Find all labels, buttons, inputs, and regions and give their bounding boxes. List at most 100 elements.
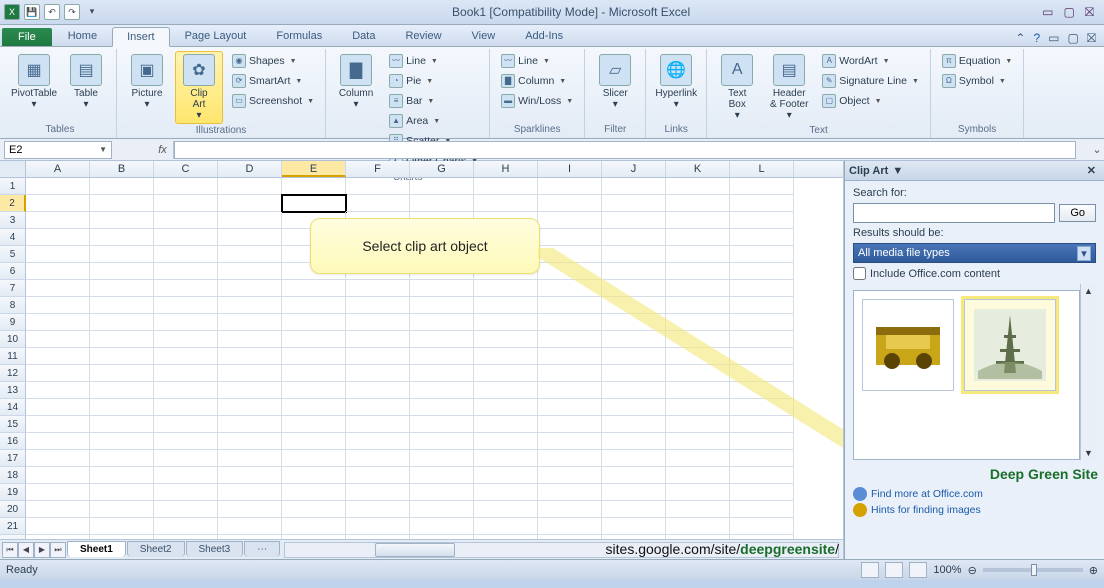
cell-G12[interactable] [410,365,474,382]
cell-A21[interactable] [26,518,90,535]
cell-D18[interactable] [218,467,282,484]
cell-K10[interactable] [666,331,730,348]
cell-F15[interactable] [346,416,410,433]
clip-art-pane-menu[interactable]: ▼ [888,165,907,177]
cell-A17[interactable] [26,450,90,467]
horizontal-scrollbar[interactable] [284,542,839,558]
row-header-22[interactable]: 22 [0,535,26,539]
cell-L2[interactable] [730,195,794,212]
cell-F20[interactable] [346,501,410,518]
cell-G13[interactable] [410,382,474,399]
cell-J20[interactable] [602,501,666,518]
cell-H16[interactable] [474,433,538,450]
cell-A22[interactable] [26,535,90,539]
cell-H1[interactable] [474,178,538,195]
cell-I6[interactable] [538,263,602,280]
cell-B4[interactable] [90,229,154,246]
cell-I1[interactable] [538,178,602,195]
scroll-up-icon[interactable]: ▲ [1084,286,1093,296]
cell-G2[interactable] [410,195,474,212]
cell-D4[interactable] [218,229,282,246]
cell-I11[interactable] [538,348,602,365]
cell-I3[interactable] [538,212,602,229]
sheet-nav-next[interactable]: ▶ [34,542,50,558]
cell-C19[interactable] [154,484,218,501]
cell-B18[interactable] [90,467,154,484]
cell-F19[interactable] [346,484,410,501]
cell-B11[interactable] [90,348,154,365]
cell-K19[interactable] [666,484,730,501]
cell-D20[interactable] [218,501,282,518]
expand-formula-bar[interactable]: ⌄ [1090,143,1104,156]
cell-A16[interactable] [26,433,90,450]
tab-data[interactable]: Data [337,26,390,46]
cell-E8[interactable] [282,297,346,314]
text-box-button[interactable]: ATextBox▾ [713,51,761,124]
cell-A7[interactable] [26,280,90,297]
cell-J10[interactable] [602,331,666,348]
cell-J12[interactable] [602,365,666,382]
cell-C4[interactable] [154,229,218,246]
cell-H10[interactable] [474,331,538,348]
cell-H2[interactable] [474,195,538,212]
cell-C18[interactable] [154,467,218,484]
cell-A4[interactable] [26,229,90,246]
hyperlink-button[interactable]: 🌐Hyperlink▾ [652,51,700,113]
cell-G17[interactable] [410,450,474,467]
col-header-A[interactable]: A [26,161,90,177]
cell-A12[interactable] [26,365,90,382]
cell-B17[interactable] [90,450,154,467]
col-header-I[interactable]: I [538,161,602,177]
cell-L20[interactable] [730,501,794,518]
zoom-in-button[interactable]: ⊕ [1089,564,1098,577]
cell-I2[interactable] [538,195,602,212]
cell-J1[interactable] [602,178,666,195]
cell-A19[interactable] [26,484,90,501]
cell-B19[interactable] [90,484,154,501]
cell-B8[interactable] [90,297,154,314]
cell-I13[interactable] [538,382,602,399]
cell-G22[interactable] [410,535,474,539]
tab-review[interactable]: Review [390,26,456,46]
minimize-ribbon-button[interactable]: ⌃ [1015,31,1025,46]
cell-E20[interactable] [282,501,346,518]
screenshot-button[interactable]: ▭Screenshot▼ [227,91,319,111]
cell-B2[interactable] [90,195,154,212]
cell-B13[interactable] [90,382,154,399]
cell-L5[interactable] [730,246,794,263]
cell-D9[interactable] [218,314,282,331]
cell-G15[interactable] [410,416,474,433]
cell-C13[interactable] [154,382,218,399]
cell-G16[interactable] [410,433,474,450]
col-header-D[interactable]: D [218,161,282,177]
sheet-tab-sheet2[interactable]: Sheet2 [127,541,185,557]
cell-C5[interactable] [154,246,218,263]
cell-A5[interactable] [26,246,90,263]
cell-E12[interactable] [282,365,346,382]
grid[interactable]: Select clip art object 12345678910111213… [0,178,843,539]
column-button[interactable]: ▇Column▾ [332,51,380,113]
workbook-close[interactable]: ⛝ [1087,31,1096,46]
minimize-button[interactable]: ▭ [1042,5,1053,20]
cell-B7[interactable] [90,280,154,297]
col-header-H[interactable]: H [474,161,538,177]
area-button[interactable]: ▲Area▼ [384,111,483,131]
cell-J13[interactable] [602,382,666,399]
cell-E10[interactable] [282,331,346,348]
maximize-button[interactable]: ▢ [1064,5,1075,20]
cell-L8[interactable] [730,297,794,314]
cell-D5[interactable] [218,246,282,263]
cell-I20[interactable] [538,501,602,518]
cell-E11[interactable] [282,348,346,365]
row-header-6[interactable]: 6 [0,263,26,280]
signature-line-button[interactable]: ✎Signature Line▼ [817,71,924,91]
cell-E22[interactable] [282,535,346,539]
cell-H22[interactable] [474,535,538,539]
clip-art-pane-close[interactable]: ✕ [1083,164,1100,177]
close-button[interactable]: ⛝ [1085,5,1094,20]
cell-G19[interactable] [410,484,474,501]
cell-B1[interactable] [90,178,154,195]
row-header-9[interactable]: 9 [0,314,26,331]
cell-G8[interactable] [410,297,474,314]
cell-I17[interactable] [538,450,602,467]
